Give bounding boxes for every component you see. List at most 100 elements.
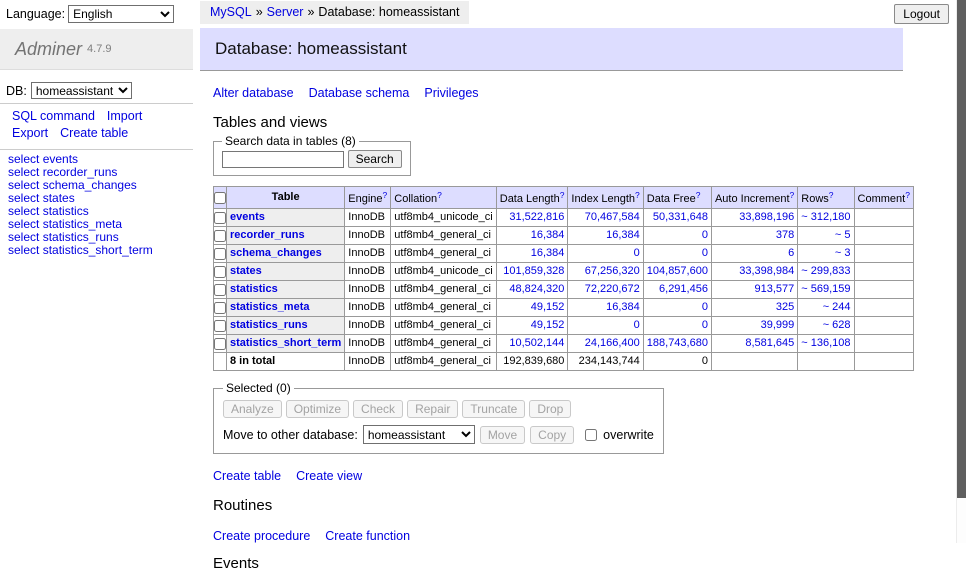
sidebar-action-export[interactable]: Export — [12, 126, 48, 140]
overwrite-checkbox[interactable] — [585, 429, 597, 441]
select-link-statistics[interactable]: select — [8, 204, 39, 218]
db-select[interactable]: homeassistant — [31, 82, 132, 99]
data-free-link[interactable]: 0 — [702, 229, 708, 241]
data-length-link[interactable]: 16,384 — [531, 247, 565, 259]
data-length-link[interactable]: 31,522,816 — [509, 211, 564, 223]
table-name-link[interactable]: recorder_runs — [230, 229, 305, 241]
sidebar-table-schema-changes[interactable]: schema_changes — [43, 178, 137, 192]
logout-button[interactable]: Logout — [894, 4, 949, 24]
help-question-icon[interactable]: ? — [635, 190, 640, 200]
auto-increment-link[interactable]: 39,999 — [761, 319, 795, 331]
truncate-button[interactable]: Truncate — [462, 400, 525, 418]
data-length-link[interactable]: 101,859,328 — [503, 265, 564, 277]
sidebar-table-statistics-short-term[interactable]: statistics_short_term — [43, 243, 153, 257]
row-checkbox[interactable] — [214, 302, 226, 314]
row-checkbox[interactable] — [214, 212, 226, 224]
table-name-link[interactable]: statistics_runs — [230, 319, 308, 331]
create-procedure-link[interactable]: Create procedure — [213, 529, 310, 543]
move-db-select[interactable]: homeassistant — [363, 425, 475, 444]
data-free-link[interactable]: 188,743,680 — [647, 337, 708, 349]
help-question-icon[interactable]: ? — [383, 190, 388, 200]
rows-link[interactable]: ~ 628 — [823, 319, 851, 331]
index-length-link[interactable]: 72,220,672 — [585, 283, 640, 295]
data-length-link[interactable]: 48,824,320 — [509, 283, 564, 295]
sidebar-table-recorder-runs[interactable]: recorder_runs — [43, 165, 118, 179]
select-all-checkbox[interactable] — [214, 192, 226, 204]
search-input[interactable] — [222, 151, 344, 168]
help-question-icon[interactable]: ? — [829, 190, 834, 200]
data-length-link[interactable]: 49,152 — [531, 301, 565, 313]
sidebar-table-states[interactable]: states — [43, 191, 75, 205]
rows-link[interactable]: ~ 244 — [823, 301, 851, 313]
drop-button[interactable]: Drop — [529, 400, 571, 418]
search-button[interactable]: Search — [348, 150, 402, 168]
sidebar-table-statistics-runs[interactable]: statistics_runs — [43, 230, 119, 244]
auto-increment-link[interactable]: 33,898,196 — [739, 211, 794, 223]
rows-link[interactable]: ~ 136,108 — [801, 337, 850, 349]
auto-increment-link[interactable]: 325 — [776, 301, 794, 313]
index-length-link[interactable]: 16,384 — [606, 301, 640, 313]
row-checkbox[interactable] — [214, 320, 226, 332]
adminer-home-link[interactable]: Adminer — [15, 39, 82, 60]
sidebar-table-statistics-meta[interactable]: statistics_meta — [43, 217, 122, 231]
help-question-icon[interactable]: ? — [905, 190, 910, 200]
auto-increment-link[interactable]: 6 — [788, 247, 794, 259]
table-name-link[interactable]: events — [230, 211, 265, 223]
vertical-scrollbar[interactable] — [956, 0, 966, 543]
select-link-statistics-meta[interactable]: select — [8, 217, 39, 231]
check-button[interactable]: Check — [353, 400, 403, 418]
table-name-link[interactable]: statistics_short_term — [230, 337, 341, 349]
table-name-link[interactable]: statistics — [230, 283, 278, 295]
index-length-link[interactable]: 24,166,400 — [585, 337, 640, 349]
select-link-states[interactable]: select — [8, 191, 39, 205]
create-view-link[interactable]: Create view — [296, 469, 362, 483]
repair-button[interactable]: Repair — [407, 400, 458, 418]
privileges-link[interactable]: Privileges — [424, 86, 478, 100]
data-length-link[interactable]: 10,502,144 — [509, 337, 564, 349]
rows-link[interactable]: ~ 3 — [835, 247, 851, 259]
create-function-link[interactable]: Create function — [325, 529, 410, 543]
table-name-link[interactable]: schema_changes — [230, 247, 322, 259]
index-length-link[interactable]: 0 — [634, 247, 640, 259]
index-length-link[interactable]: 0 — [634, 319, 640, 331]
row-checkbox[interactable] — [214, 338, 226, 350]
language-select[interactable]: English — [68, 5, 174, 23]
select-link-statistics-short-term[interactable]: select — [8, 243, 39, 257]
breadcrumb-link-mysql[interactable]: MySQL — [210, 5, 252, 19]
database-schema-link[interactable]: Database schema — [309, 86, 410, 100]
table-name-link[interactable]: states — [230, 265, 262, 277]
breadcrumb-link-server[interactable]: Server — [267, 5, 304, 19]
row-checkbox[interactable] — [214, 248, 226, 260]
data-free-link[interactable]: 0 — [702, 301, 708, 313]
table-name-link[interactable]: statistics_meta — [230, 301, 310, 313]
row-checkbox[interactable] — [214, 230, 226, 242]
select-link-statistics-runs[interactable]: select — [8, 230, 39, 244]
create-table-link[interactable]: Create table — [213, 469, 281, 483]
auto-increment-link[interactable]: 8,581,645 — [745, 337, 794, 349]
rows-link[interactable]: ~ 569,159 — [801, 283, 850, 295]
help-question-icon[interactable]: ? — [696, 190, 701, 200]
sidebar-action-import[interactable]: Import — [107, 109, 142, 123]
index-length-link[interactable]: 67,256,320 — [585, 265, 640, 277]
sidebar-action-sql-command[interactable]: SQL command — [12, 109, 95, 123]
help-question-icon[interactable]: ? — [437, 190, 442, 200]
index-length-link[interactable]: 16,384 — [606, 229, 640, 241]
help-question-icon[interactable]: ? — [790, 190, 795, 200]
alter-database-link[interactable]: Alter database — [213, 86, 294, 100]
data-free-link[interactable]: 0 — [702, 319, 708, 331]
help-question-icon[interactable]: ? — [560, 190, 565, 200]
rows-link[interactable]: ~ 299,833 — [801, 265, 850, 277]
auto-increment-link[interactable]: 33,398,984 — [739, 265, 794, 277]
rows-link[interactable]: ~ 312,180 — [801, 211, 850, 223]
optimize-button[interactable]: Optimize — [286, 400, 349, 418]
data-length-link[interactable]: 49,152 — [531, 319, 565, 331]
move-button[interactable]: Move — [480, 426, 525, 444]
sidebar-table-statistics[interactable]: statistics — [43, 204, 89, 218]
sidebar-table-events[interactable]: events — [43, 152, 78, 166]
copy-button[interactable]: Copy — [530, 426, 574, 444]
select-link-events[interactable]: select — [8, 152, 39, 166]
rows-link[interactable]: ~ 5 — [835, 229, 851, 241]
auto-increment-link[interactable]: 913,577 — [755, 283, 795, 295]
data-free-link[interactable]: 0 — [702, 247, 708, 259]
row-checkbox[interactable] — [214, 284, 226, 296]
